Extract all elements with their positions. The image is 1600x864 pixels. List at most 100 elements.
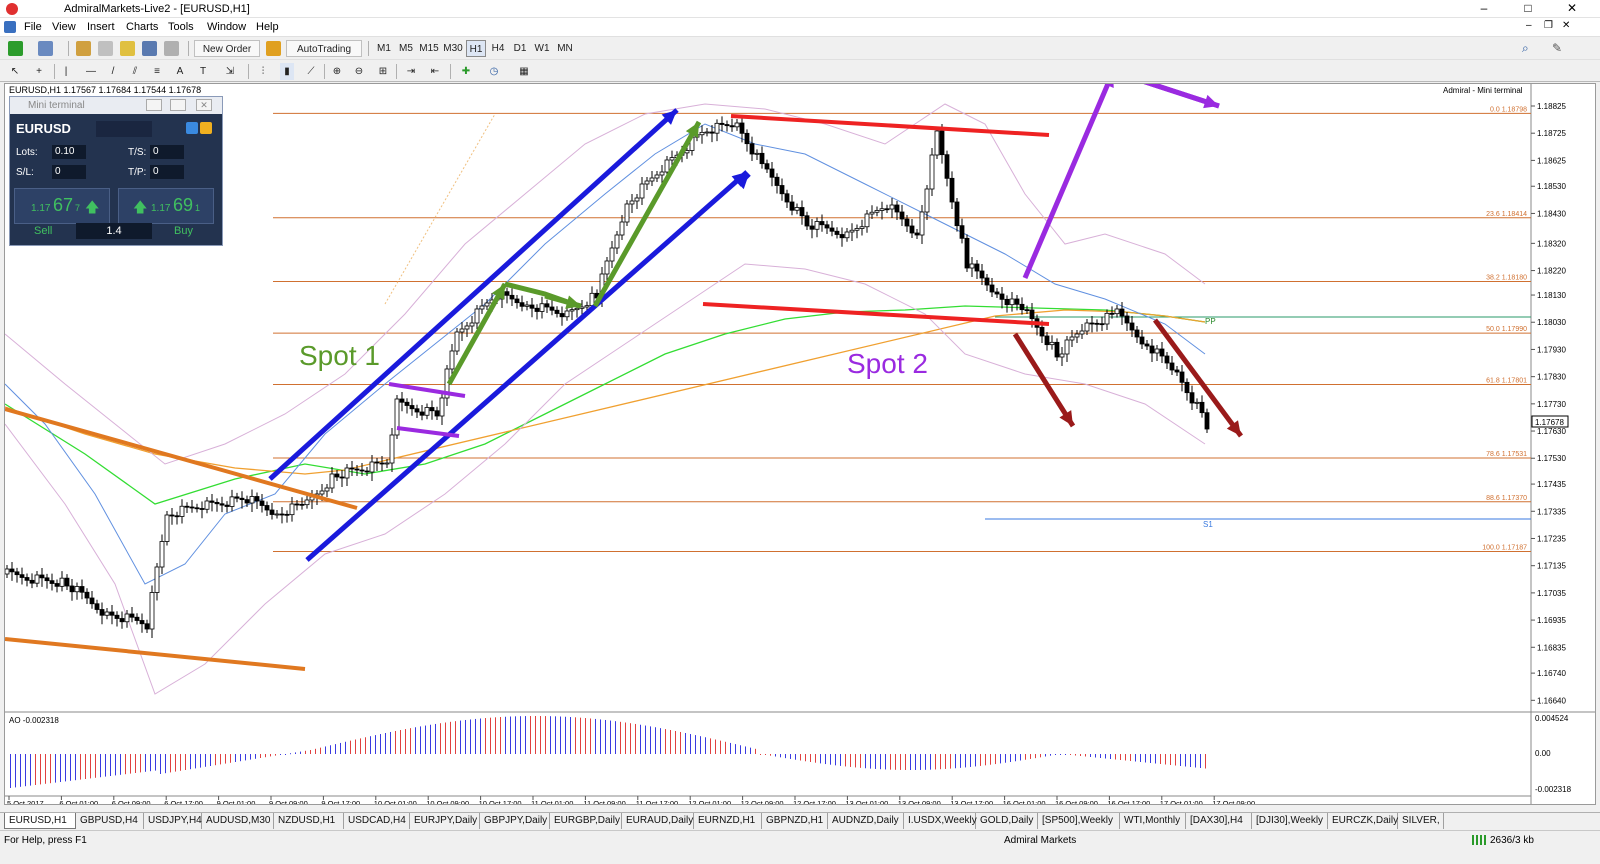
chart-tab[interactable]: AUDUSD,M30: [202, 813, 274, 829]
templates-icon[interactable]: ▦: [514, 63, 534, 80]
chat-icon[interactable]: ✎: [1552, 41, 1562, 55]
chart-tab[interactable]: [SP500],Weekly: [1038, 813, 1120, 829]
sell-price-button[interactable]: 1.17 67 7 🡅: [14, 188, 110, 224]
tf-mn-button[interactable]: MN: [554, 40, 576, 57]
strategy-tester-icon[interactable]: [164, 41, 179, 56]
crosshair-icon[interactable]: +: [32, 63, 46, 80]
tp-input[interactable]: 0: [150, 165, 184, 179]
terminal-icon[interactable]: [142, 41, 157, 56]
autoscroll-icon[interactable]: ⇥: [404, 63, 418, 80]
sub-restore-button[interactable]: ❐: [1544, 20, 1553, 31]
trendline-icon[interactable]: /: [106, 63, 120, 80]
chart-tab[interactable]: USDCAD,H4: [344, 813, 410, 829]
candle-chart-icon[interactable]: ▮: [280, 63, 294, 80]
zoom-in-icon[interactable]: ⊕: [330, 63, 344, 80]
menu-file[interactable]: File: [24, 21, 42, 33]
text-icon[interactable]: A: [174, 63, 186, 80]
menu-insert[interactable]: Insert: [87, 21, 115, 33]
tf-m5-button[interactable]: M5: [396, 40, 416, 57]
chart-tab[interactable]: GBPUSD,H4: [76, 813, 144, 829]
lots-input[interactable]: 0.10: [52, 145, 86, 159]
mini-close-button[interactable]: ✕: [196, 99, 212, 111]
chart-tab[interactable]: [DAX30],H4: [1186, 813, 1252, 829]
ao-bar: [760, 754, 761, 755]
data-window-icon[interactable]: [98, 41, 113, 56]
mini-plus-icon[interactable]: [200, 122, 212, 134]
ao-bar: [285, 754, 286, 755]
chart-tab[interactable]: USDJPY,H4: [144, 813, 202, 829]
periods-icon[interactable]: ◷: [484, 63, 504, 80]
indicators-icon[interactable]: ✚: [456, 63, 476, 80]
chart-window[interactable]: 0.0 1.18798 23.6 1.18414 38.2 1.18180 50.0 …: [4, 83, 1596, 805]
chart-tab[interactable]: EURNZD,H1: [694, 813, 762, 829]
new-chart-icon[interactable]: [8, 41, 23, 56]
cursor-icon[interactable]: ↖: [8, 63, 22, 80]
tf-h1-button[interactable]: H1: [466, 40, 486, 57]
tf-m15-button[interactable]: M15: [418, 40, 440, 57]
close-button[interactable]: ✕: [1554, 0, 1590, 18]
search-icon[interactable]: ⌕: [1522, 41, 1529, 56]
vertical-line-icon[interactable]: |: [60, 63, 72, 80]
ts-input[interactable]: 0: [150, 145, 184, 159]
chart-tab[interactable]: EURUSD,H1: [4, 813, 76, 829]
chart-tab[interactable]: EURJPY,Daily: [410, 813, 480, 829]
horizontal-line-icon[interactable]: —: [84, 63, 98, 80]
sl-input[interactable]: 0: [52, 165, 86, 179]
maximize-button[interactable]: □: [1510, 0, 1546, 18]
chart-tab[interactable]: WTI,Monthly: [1120, 813, 1186, 829]
chart-shift-icon[interactable]: ⇤: [428, 63, 442, 80]
new-order-button[interactable]: New Order: [194, 40, 260, 57]
chart-tab[interactable]: GBPJPY,Daily: [480, 813, 550, 829]
tf-m1-button[interactable]: M1: [374, 40, 394, 57]
chart-tab[interactable]: GBPNZD,H1: [762, 813, 828, 829]
channel-icon[interactable]: ⫽: [128, 63, 142, 80]
line-chart-icon[interactable]: ⟋: [304, 63, 318, 80]
bar-chart-icon[interactable]: ⫶: [256, 63, 270, 80]
chart-tab[interactable]: EURCZK,Daily: [1328, 813, 1398, 829]
chart-tab[interactable]: GOLD,Daily: [976, 813, 1038, 829]
fibonacci-icon[interactable]: ≡: [150, 63, 164, 80]
chart-tab[interactable]: EURGBP,Daily: [550, 813, 622, 829]
menu-view[interactable]: View: [52, 21, 76, 33]
ao-bar: [530, 716, 531, 754]
sell-button[interactable]: Sell: [34, 225, 52, 237]
buy-button[interactable]: Buy: [174, 225, 193, 237]
chart-tab[interactable]: AUDNZD,Daily: [828, 813, 904, 829]
sub-minimize-button[interactable]: –: [1526, 20, 1532, 31]
menu-tools[interactable]: Tools: [168, 21, 194, 33]
tf-d1-button[interactable]: D1: [510, 40, 530, 57]
mini-symbol-field[interactable]: [96, 121, 152, 137]
mini-settings-icon[interactable]: [186, 122, 198, 134]
sub-close-button[interactable]: ✕: [1562, 20, 1570, 31]
shapes-icon[interactable]: ⇲: [220, 63, 240, 80]
ao-bar: [550, 716, 551, 754]
label-icon[interactable]: T: [196, 63, 210, 80]
chart-tab[interactable]: EURAUD,Daily: [622, 813, 694, 829]
navigator-icon[interactable]: [120, 41, 135, 56]
mini-terminal-panel[interactable]: Mini terminal ✕ EURUSD Lots: 0.10 T/S: 0…: [9, 96, 223, 246]
menu-charts[interactable]: Charts: [126, 21, 158, 33]
metaeditor-icon[interactable]: [266, 41, 281, 56]
chart-tab[interactable]: SILVER,: [1398, 813, 1444, 829]
tf-w1-button[interactable]: W1: [532, 40, 552, 57]
menu-window[interactable]: Window: [207, 21, 246, 33]
minimize-button[interactable]: –: [1466, 0, 1502, 18]
menu-help[interactable]: Help: [256, 21, 279, 33]
mini-restore-button[interactable]: [170, 99, 186, 111]
buy-price-button[interactable]: 🡅 1.17 69 1: [118, 188, 214, 224]
autotrading-button[interactable]: AutoTrading: [286, 40, 362, 57]
profiles-icon[interactable]: [38, 41, 53, 56]
zoom-out-icon[interactable]: ⊖: [352, 63, 366, 80]
mini-minimize-button[interactable]: [146, 99, 162, 111]
tf-m30-button[interactable]: M30: [442, 40, 464, 57]
market-watch-icon[interactable]: [76, 41, 91, 56]
chart-tab[interactable]: [DJI30],Weekly: [1252, 813, 1328, 829]
tf-h4-button[interactable]: H4: [488, 40, 508, 57]
tile-icon[interactable]: ⊞: [376, 63, 390, 80]
ao-bar: [40, 754, 41, 785]
chart-tab[interactable]: I.USDX,Weekly: [904, 813, 977, 829]
chart-tab[interactable]: NZDUSD,H1: [274, 813, 344, 829]
candle-body: [1104, 312, 1110, 325]
mini-terminal-header[interactable]: Mini terminal ✕: [10, 97, 222, 114]
ao-bar: [695, 735, 696, 754]
